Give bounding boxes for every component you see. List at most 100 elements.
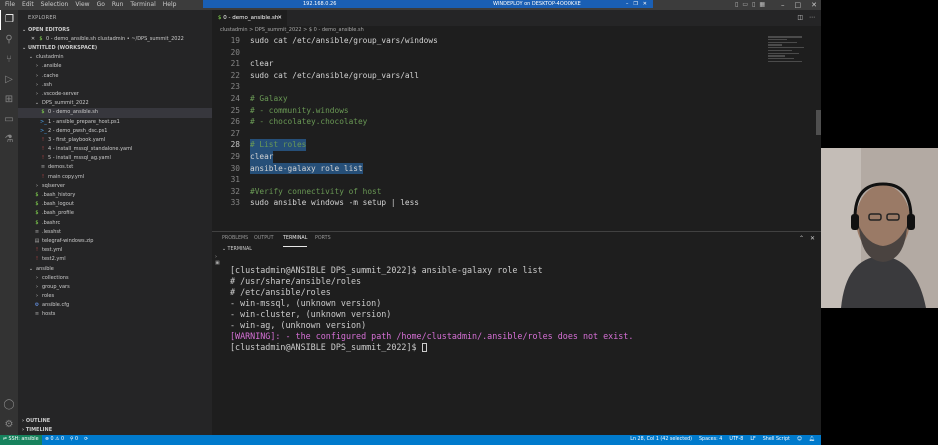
- tree-folder[interactable]: › .ssh: [18, 81, 212, 90]
- problems-status[interactable]: ⊗ 0 ⚠ 0: [45, 435, 64, 445]
- scroll-thumb[interactable]: [816, 110, 821, 135]
- code-line[interactable]: 20: [212, 47, 772, 59]
- rdp-restore-icon[interactable]: ❐: [633, 0, 637, 8]
- tree-file[interactable]: $ .bash_profile: [18, 209, 212, 218]
- tab-terminal[interactable]: TERMINAL: [283, 232, 308, 247]
- remote-explorer-icon[interactable]: ▭: [0, 110, 18, 130]
- tree-file[interactable]: ≡ hosts: [18, 310, 212, 319]
- run-debug-icon[interactable]: ▷: [0, 70, 18, 90]
- minimap[interactable]: [768, 35, 816, 75]
- timeline-header[interactable]: › TIMELINE: [18, 426, 212, 435]
- menu-item-go[interactable]: Go: [97, 0, 105, 10]
- tree-file[interactable]: ! main copy.yml: [18, 173, 212, 182]
- cursor-position[interactable]: Ln 28, Col 1 (42 selected): [630, 435, 692, 445]
- remote-indicator[interactable]: ⇌ SSH: ansible: [0, 435, 42, 445]
- notifications-bell-icon[interactable]: 🔔︎: [809, 435, 815, 445]
- tab-close-icon[interactable]: ✕: [277, 10, 282, 26]
- source-control-icon[interactable]: ⑂: [0, 50, 18, 70]
- code-line[interactable]: 32 #Verify connectivity of host: [212, 186, 772, 198]
- tree-file[interactable]: ⚙ ansible.cfg: [18, 301, 212, 310]
- menu-item-edit[interactable]: Edit: [22, 0, 34, 10]
- indentation[interactable]: Spaces: 4: [699, 435, 722, 445]
- explorer-icon[interactable]: ❐: [0, 10, 18, 30]
- close-icon[interactable]: ✕: [811, 0, 817, 10]
- tree-folder[interactable]: › sqlserver: [18, 182, 212, 191]
- tree-folder[interactable]: ⌄ DPS_summit_2022: [18, 99, 212, 108]
- terminal-output[interactable]: [clustadmin@ANSIBLE DPS_summit_2022]$ an…: [230, 265, 633, 353]
- tree-file[interactable]: $ .bashrc: [18, 219, 212, 228]
- menu-item-run[interactable]: Run: [112, 0, 124, 10]
- more-actions-icon[interactable]: ⋯: [809, 10, 815, 26]
- terminal-icon[interactable]: ▣: [215, 260, 220, 266]
- encoding[interactable]: UTF-8: [729, 435, 743, 445]
- tree-file[interactable]: $0 - demo_ansible.sh: [18, 108, 212, 118]
- code-line[interactable]: 27: [212, 128, 772, 140]
- code-line[interactable]: 30 ansible-galaxy role list: [212, 162, 772, 175]
- tree-file[interactable]: ! test.yml: [18, 246, 212, 255]
- toggle-panel-icon[interactable]: ▭: [742, 0, 748, 10]
- account-icon[interactable]: ◯: [0, 395, 18, 415]
- tree-folder[interactable]: ⌄ clustadmin: [18, 53, 212, 62]
- tree-file[interactable]: ! 5 - install_mssql_ag.yaml: [18, 154, 212, 163]
- testing-icon[interactable]: ⚗: [0, 130, 18, 150]
- menu-item-help[interactable]: Help: [163, 0, 177, 10]
- rdp-minimize-icon[interactable]: –: [626, 0, 629, 8]
- tab-output[interactable]: OUTPUT: [254, 232, 274, 246]
- tree-file[interactable]: ! test2.yml: [18, 255, 212, 264]
- tree-file[interactable]: ▤ telegraf-windows.zip: [18, 237, 212, 246]
- end-of-line[interactable]: LF: [750, 435, 755, 445]
- tree-file[interactable]: >_2 - demo_pwsh_dsc.ps1: [18, 127, 212, 136]
- tree-file[interactable]: $ .bash_history: [18, 191, 212, 200]
- ports-status[interactable]: ⚲ 0: [70, 435, 78, 445]
- code-line[interactable]: 28 # List roles: [212, 139, 772, 151]
- menu-item-terminal[interactable]: Terminal: [130, 0, 155, 10]
- feedback-icon[interactable]: ☺: [797, 435, 802, 445]
- tree-file[interactable]: >_1 - ansible_prepare_host.ps1: [18, 118, 212, 127]
- workspace-header[interactable]: ⌄ UNTITLED (WORKSPACE): [18, 44, 212, 53]
- outline-header[interactable]: › OUTLINE: [18, 417, 212, 426]
- tree-folder[interactable]: › .ansible: [18, 62, 212, 71]
- split-editor-icon[interactable]: ◫: [797, 10, 803, 26]
- code-line[interactable]: 29 clear: [212, 151, 772, 163]
- breadcrumb[interactable]: clustadmin > DPS_summit_2022 > $ 0 - dem…: [212, 26, 821, 35]
- code-editor[interactable]: 19 sudo cat /etc/ansible/group_vars/windo…: [212, 35, 772, 231]
- terminal-header[interactable]: ⌄ TERMINAL: [222, 247, 252, 252]
- code-line[interactable]: 22 sudo cat /etc/ansible/group_vars/all: [212, 70, 772, 82]
- code-line[interactable]: 31: [212, 174, 772, 186]
- tree-folder[interactable]: › .vscode-server: [18, 90, 212, 99]
- toggle-sidebar-icon[interactable]: ▯: [735, 0, 738, 10]
- customize-layout-icon[interactable]: ▦: [759, 0, 765, 10]
- code-line[interactable]: 19 sudo cat /etc/ansible/group_vars/windo…: [212, 35, 772, 47]
- tree-folder[interactable]: › roles: [18, 292, 212, 301]
- tree-file[interactable]: ! 4 - install_mssql_standalone.yaml: [18, 145, 212, 154]
- code-line[interactable]: 25 # - community.windows: [212, 105, 772, 117]
- tree-folder[interactable]: › group_vars: [18, 283, 212, 292]
- tree-file[interactable]: $ .bash_logout: [18, 200, 212, 209]
- open-editors-header[interactable]: ⌄ OPEN EDITORS: [18, 26, 212, 35]
- code-line[interactable]: 24 # Galaxy: [212, 93, 772, 105]
- maximize-icon[interactable]: □: [795, 0, 802, 10]
- code-line[interactable]: 23: [212, 81, 772, 93]
- manage-gear-icon[interactable]: ⚙: [0, 415, 18, 435]
- tree-folder[interactable]: › collections: [18, 274, 212, 283]
- menu-item-selection[interactable]: Selection: [41, 0, 69, 10]
- rdp-close-icon[interactable]: ✕: [643, 0, 647, 8]
- sync-icon[interactable]: ⟳: [84, 435, 88, 445]
- minimize-icon[interactable]: –: [781, 0, 785, 10]
- menu-item-file[interactable]: File: [5, 0, 15, 10]
- close-panel-icon[interactable]: ✕: [810, 232, 815, 246]
- tree-folder[interactable]: ⌄ ansible: [18, 265, 212, 274]
- toggle-secondary-sidebar-icon[interactable]: ▯: [752, 0, 755, 10]
- tab-demo-ansible[interactable]: $ 0 - demo_ansible.sh ✕: [212, 10, 287, 26]
- language-mode[interactable]: Shell Script: [763, 435, 790, 445]
- code-line[interactable]: 26 # - chocolatey.chocolatey: [212, 116, 772, 128]
- menu-item-view[interactable]: View: [75, 0, 89, 10]
- tab-problems[interactable]: PROBLEMS: [222, 232, 248, 246]
- close-icon[interactable]: ✕: [30, 35, 36, 44]
- open-editor-item[interactable]: ✕ $0 - demo_ansible.sh clustadmin • ~/DPS…: [18, 35, 212, 44]
- extensions-icon[interactable]: ⊞: [0, 90, 18, 110]
- code-line[interactable]: 33 sudo ansible windows -m setup | less: [212, 197, 772, 209]
- tree-file[interactable]: ! 3 - first_playbook.yaml: [18, 136, 212, 145]
- code-line[interactable]: 21 clear: [212, 58, 772, 70]
- search-icon[interactable]: ⚲: [0, 30, 18, 50]
